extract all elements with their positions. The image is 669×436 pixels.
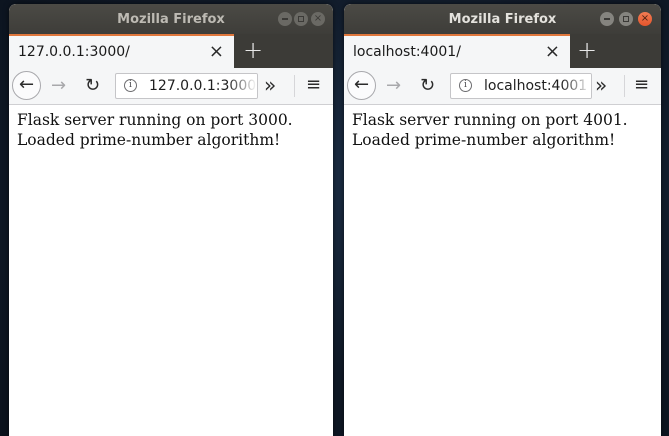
content-line: Loaded prime-number algorithm! bbox=[17, 131, 281, 149]
window-close-icon[interactable]: × bbox=[311, 12, 325, 26]
reload-icon[interactable]: ↻ bbox=[420, 68, 435, 103]
title-bar[interactable]: Mozilla Firefox × bbox=[9, 4, 333, 34]
hamburger-menu-icon[interactable]: ≡ bbox=[306, 68, 321, 102]
info-icon[interactable]: i bbox=[124, 79, 137, 92]
reload-icon[interactable]: ↻ bbox=[85, 68, 100, 103]
url-fade bbox=[561, 74, 591, 98]
hamburger-menu-icon[interactable]: ≡ bbox=[634, 68, 649, 102]
overflow-chevron-icon[interactable]: » bbox=[264, 68, 276, 102]
page-content: Flask server running on port 3000. Loade… bbox=[9, 105, 333, 155]
tab-label: localhost:4001/ bbox=[353, 44, 461, 60]
page-content: Flask server running on port 4001. Loade… bbox=[344, 105, 661, 155]
new-tab-button[interactable]: + bbox=[243, 34, 263, 66]
maximize-icon[interactable] bbox=[294, 12, 308, 26]
firefox-window-right: Mozilla Firefox × localhost:4001/ × + ← … bbox=[344, 4, 661, 436]
url-bar[interactable]: i localhost:4001 bbox=[450, 73, 592, 99]
toolbar-divider bbox=[294, 75, 295, 97]
maximize-icon[interactable] bbox=[619, 12, 633, 26]
title-bar[interactable]: Mozilla Firefox × bbox=[344, 4, 661, 34]
nav-toolbar: ← → ↻ i 127.0.0.1:3000 » ≡ bbox=[9, 68, 333, 105]
url-bar[interactable]: i 127.0.0.1:3000 bbox=[115, 73, 258, 99]
tab-strip: 127.0.0.1:3000/ × + bbox=[9, 34, 333, 68]
content-line: Flask server running on port 3000. bbox=[17, 111, 293, 129]
new-tab-button[interactable]: + bbox=[577, 34, 597, 66]
minimize-icon[interactable] bbox=[600, 12, 614, 26]
info-icon[interactable]: i bbox=[459, 79, 472, 92]
tab-active[interactable]: localhost:4001/ × bbox=[344, 34, 570, 68]
content-line: Loaded prime-number algorithm! bbox=[352, 131, 616, 149]
back-arrow-icon[interactable]: ← bbox=[12, 71, 41, 100]
tab-active[interactable]: 127.0.0.1:3000/ × bbox=[9, 34, 234, 68]
window-close-icon[interactable]: × bbox=[638, 12, 652, 26]
nav-toolbar: ← → ↻ i localhost:4001 » ≡ bbox=[344, 68, 661, 105]
tab-strip: localhost:4001/ × + bbox=[344, 34, 661, 68]
firefox-window-left: Mozilla Firefox × 127.0.0.1:3000/ × + ← … bbox=[9, 4, 333, 436]
tab-close-icon[interactable]: × bbox=[209, 36, 224, 67]
minimize-icon[interactable] bbox=[278, 12, 292, 26]
tab-close-icon[interactable]: × bbox=[545, 36, 560, 67]
toolbar-divider bbox=[624, 75, 625, 97]
forward-arrow-icon[interactable]: → bbox=[51, 68, 66, 103]
overflow-chevron-icon[interactable]: » bbox=[595, 68, 607, 102]
content-line: Flask server running on port 4001. bbox=[352, 111, 628, 129]
back-arrow-icon[interactable]: ← bbox=[347, 71, 376, 100]
tab-label: 127.0.0.1:3000/ bbox=[18, 44, 130, 60]
forward-arrow-icon[interactable]: → bbox=[386, 68, 401, 103]
url-fade bbox=[227, 74, 257, 98]
